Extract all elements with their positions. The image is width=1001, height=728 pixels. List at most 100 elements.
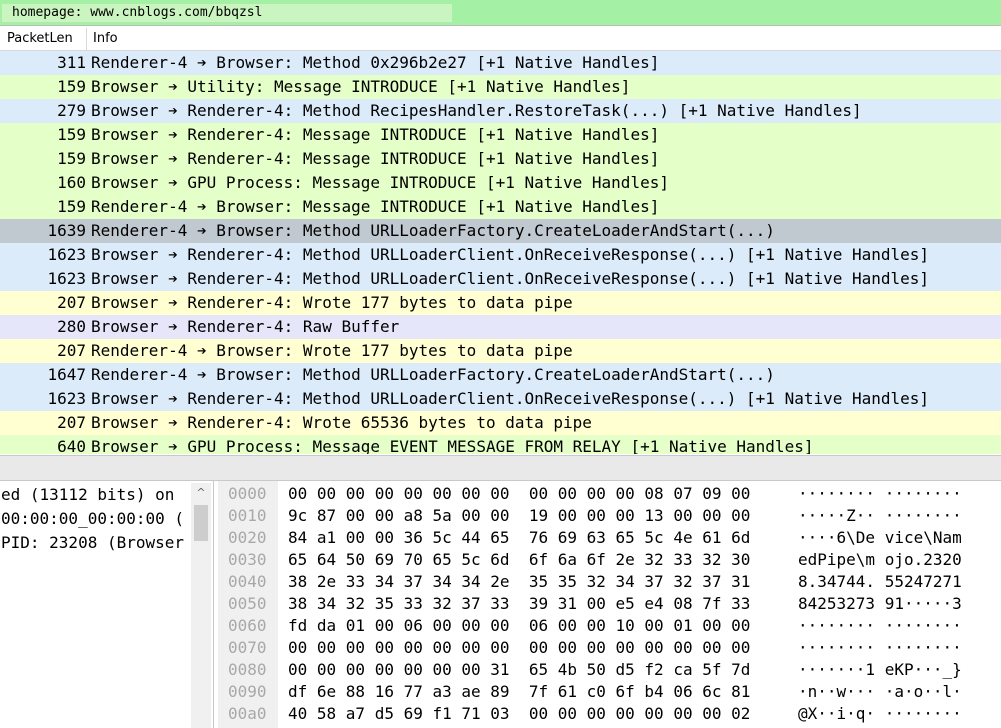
column-header-packetlen[interactable]: PacketLen <box>0 28 87 50</box>
packet-info: Renderer-4 ➔ Browser: Wrote 177 bytes to… <box>91 341 573 360</box>
hex-bytes[interactable]: 84 a1 00 00 36 5c 44 65 76 69 63 65 5c 4… <box>288 527 750 549</box>
packet-length: 160 <box>57 173 86 192</box>
packet-row[interactable]: 1623 Browser ➔ Renderer-4: Method URLLoad… <box>0 387 1001 411</box>
hex-bytes[interactable]: 00 00 00 00 00 00 00 00 00 00 00 00 00 0… <box>288 637 750 659</box>
hex-offset: 0080 <box>228 660 267 679</box>
packet-length: 1647 <box>47 365 86 384</box>
scrollbar-thumb[interactable] <box>194 505 208 541</box>
hex-bytes[interactable]: 00 00 00 00 00 00 00 00 00 00 00 00 08 0… <box>288 483 750 505</box>
packet-info: Browser ➔ Renderer-4: Method URLLoaderCl… <box>91 389 930 408</box>
packet-info: Browser ➔ Renderer-4: Method RecipesHand… <box>91 101 862 120</box>
hex-ascii[interactable]: edPipe\m ojo.2320 <box>798 549 962 571</box>
packet-info: Browser ➔ Renderer-4: Message INTRODUCE … <box>91 149 660 168</box>
packet-length: 159 <box>57 125 86 144</box>
packet-row[interactable]: 207 Browser ➔ Renderer-4: Wrote 65536 byt… <box>0 411 1001 435</box>
hex-ascii[interactable]: ·····Z·· ········ <box>798 505 962 527</box>
hex-offset: 0040 <box>228 572 267 591</box>
packet-row[interactable]: 207 Renderer-4 ➔ Browser: Wrote 177 bytes… <box>0 339 1001 363</box>
packet-row[interactable]: 640 Browser ➔ GPU Process: Message EVENT_… <box>0 435 1001 454</box>
hex-bytes[interactable]: 40 58 a7 d5 69 f1 71 03 00 00 00 00 00 0… <box>288 703 750 725</box>
packet-length: 1623 <box>47 269 86 288</box>
packet-length: 640 <box>57 437 86 454</box>
packet-info: Browser ➔ Renderer-4: Message INTRODUCE … <box>91 125 660 144</box>
hex-offset: 0010 <box>228 506 267 525</box>
hex-row: 0020 84 a1 00 00 36 5c 44 65 76 69 63 65 … <box>218 527 1001 549</box>
packet-info: Browser ➔ Renderer-4: Wrote 177 bytes to… <box>91 293 573 312</box>
packet-row[interactable]: 279 Browser ➔ Renderer-4: Method RecipesH… <box>0 99 1001 123</box>
hex-ascii[interactable]: @X··i·q· ········ <box>798 703 962 725</box>
packet-info: Browser ➔ GPU Process: Message EVENT_MES… <box>91 437 814 454</box>
hex-bytes[interactable]: 9c 87 00 00 a8 5a 00 00 19 00 00 00 13 0… <box>288 505 750 527</box>
packet-list-header: PacketLen Info <box>0 28 1001 51</box>
packet-info: Renderer-4 ➔ Browser: Message INTRODUCE … <box>91 197 660 216</box>
display-filter-bar: homepage: www.cnblogs.com/bbqzsl <box>0 0 1001 26</box>
hex-offset: 0050 <box>228 594 267 613</box>
hex-offset: 0030 <box>228 550 267 569</box>
packet-row[interactable]: 1639 Renderer-4 ➔ Browser: Method URLLoad… <box>0 219 1001 243</box>
hex-offset: 0000 <box>228 484 267 503</box>
display-filter-input[interactable]: homepage: www.cnblogs.com/bbqzsl <box>2 4 452 22</box>
packet-info: Browser ➔ Utility: Message INTRODUCE [+1… <box>91 77 631 96</box>
hex-ascii[interactable]: 8.34744. 55247271 <box>798 571 962 593</box>
packet-row[interactable]: 159 Browser ➔ Renderer-4: Message INTRODU… <box>0 123 1001 147</box>
hex-row: 0080 00 00 00 00 00 00 00 31 65 4b 50 d5 … <box>218 659 1001 681</box>
packet-row[interactable]: 280 Browser ➔ Renderer-4: Raw Buffer <box>0 315 1001 339</box>
hex-row: 00a0 40 58 a7 d5 69 f1 71 03 00 00 00 00 … <box>218 703 1001 725</box>
packet-length: 1639 <box>47 221 86 240</box>
hex-ascii[interactable]: ········ ········ <box>798 615 962 637</box>
hex-ascii[interactable]: ·n··w··· ·a·o··l· <box>798 681 962 703</box>
packet-details-pane[interactable]: ed (13112 bits) on 00:00:00_00:00:00 (PID… <box>0 481 214 728</box>
scroll-up-icon[interactable]: ^ <box>191 483 211 503</box>
packet-row[interactable]: 1623 Browser ➔ Renderer-4: Method URLLoad… <box>0 267 1001 291</box>
hex-row: 0050 38 34 32 35 33 32 37 33 39 31 00 e5 … <box>218 593 1001 615</box>
hex-ascii[interactable]: ····6\De vice\Nam <box>798 527 962 549</box>
packet-row[interactable]: 207 Browser ➔ Renderer-4: Wrote 177 bytes… <box>0 291 1001 315</box>
hex-ascii[interactable]: ········ ········ <box>798 483 962 505</box>
hex-bytes[interactable]: 38 34 32 35 33 32 37 33 39 31 00 e5 e4 0… <box>288 593 750 615</box>
packet-length: 159 <box>57 77 86 96</box>
packet-row[interactable]: 159 Browser ➔ Renderer-4: Message INTRODU… <box>0 147 1001 171</box>
packet-info: Browser ➔ Renderer-4: Wrote 65536 bytes … <box>91 413 592 432</box>
hex-bytes[interactable]: 38 2e 33 34 37 34 34 2e 35 35 32 34 37 3… <box>288 571 750 593</box>
packet-length: 207 <box>57 413 86 432</box>
packet-list[interactable]: 311 Renderer-4 ➔ Browser: Method 0x296b2e… <box>0 51 1001 454</box>
packet-info: Browser ➔ Renderer-4: Method URLLoaderCl… <box>91 269 930 288</box>
hex-row: 0040 38 2e 33 34 37 34 34 2e 35 35 32 34 … <box>218 571 1001 593</box>
packet-info: Browser ➔ Renderer-4: Method URLLoaderCl… <box>91 245 930 264</box>
packet-row[interactable]: 311 Renderer-4 ➔ Browser: Method 0x296b2e… <box>0 51 1001 75</box>
pane-splitter[interactable] <box>0 455 1001 481</box>
hex-bytes[interactable]: 00 00 00 00 00 00 00 31 65 4b 50 d5 f2 c… <box>288 659 750 681</box>
packet-length: 159 <box>57 197 86 216</box>
details-scrollbar[interactable]: ^ <box>191 483 211 728</box>
hex-row: 0010 9c 87 00 00 a8 5a 00 00 19 00 00 00 … <box>218 505 1001 527</box>
hex-bytes[interactable]: df 6e 88 16 77 a3 ae 89 7f 61 c0 6f b4 0… <box>288 681 750 703</box>
hex-ascii[interactable]: ·······1 eKP···_} <box>798 659 962 681</box>
hex-offset: 0020 <box>228 528 267 547</box>
packet-row[interactable]: 159 Renderer-4 ➔ Browser: Message INTRODU… <box>0 195 1001 219</box>
packet-length: 280 <box>57 317 86 336</box>
packet-info: Renderer-4 ➔ Browser: Method URLLoaderFa… <box>91 221 775 240</box>
packet-length: 207 <box>57 341 86 360</box>
packet-info: Browser ➔ Renderer-4: Raw Buffer <box>91 317 400 336</box>
hex-offset: 0060 <box>228 616 267 635</box>
packet-length: 311 <box>57 53 86 72</box>
packet-bytes-pane[interactable]: 0000 00 00 00 00 00 00 00 00 00 00 00 00 … <box>218 481 1001 728</box>
hex-bytes[interactable]: 65 64 50 69 70 65 5c 6d 6f 6a 6f 2e 32 3… <box>288 549 750 571</box>
hex-offset: 0070 <box>228 638 267 657</box>
hex-bytes[interactable]: fd da 01 00 06 00 00 00 06 00 00 10 00 0… <box>288 615 750 637</box>
packet-row[interactable]: 1623 Browser ➔ Renderer-4: Method URLLoad… <box>0 243 1001 267</box>
packet-row[interactable]: 1647 Renderer-4 ➔ Browser: Method URLLoad… <box>0 363 1001 387</box>
hex-ascii[interactable]: 84253273 91·····3 <box>798 593 962 615</box>
packet-row[interactable]: 160 Browser ➔ GPU Process: Message INTROD… <box>0 171 1001 195</box>
packet-info: Renderer-4 ➔ Browser: Method 0x296b2e27 … <box>91 53 660 72</box>
packet-length: 159 <box>57 149 86 168</box>
hex-ascii[interactable]: ········ ········ <box>798 637 962 659</box>
detail-tree-item[interactable]: ed (13112 bits) on <box>1 483 174 507</box>
packet-length: 207 <box>57 293 86 312</box>
detail-tree-item[interactable]: PID: 23208 (Browser <box>1 531 184 555</box>
packet-row[interactable]: 159 Browser ➔ Utility: Message INTRODUCE … <box>0 75 1001 99</box>
hex-row: 0060 fd da 01 00 06 00 00 00 06 00 00 10 … <box>218 615 1001 637</box>
detail-tree-item[interactable]: 00:00:00_00:00:00 ( <box>1 507 184 531</box>
hex-offset: 00a0 <box>228 704 267 723</box>
column-header-info[interactable]: Info <box>88 28 118 50</box>
